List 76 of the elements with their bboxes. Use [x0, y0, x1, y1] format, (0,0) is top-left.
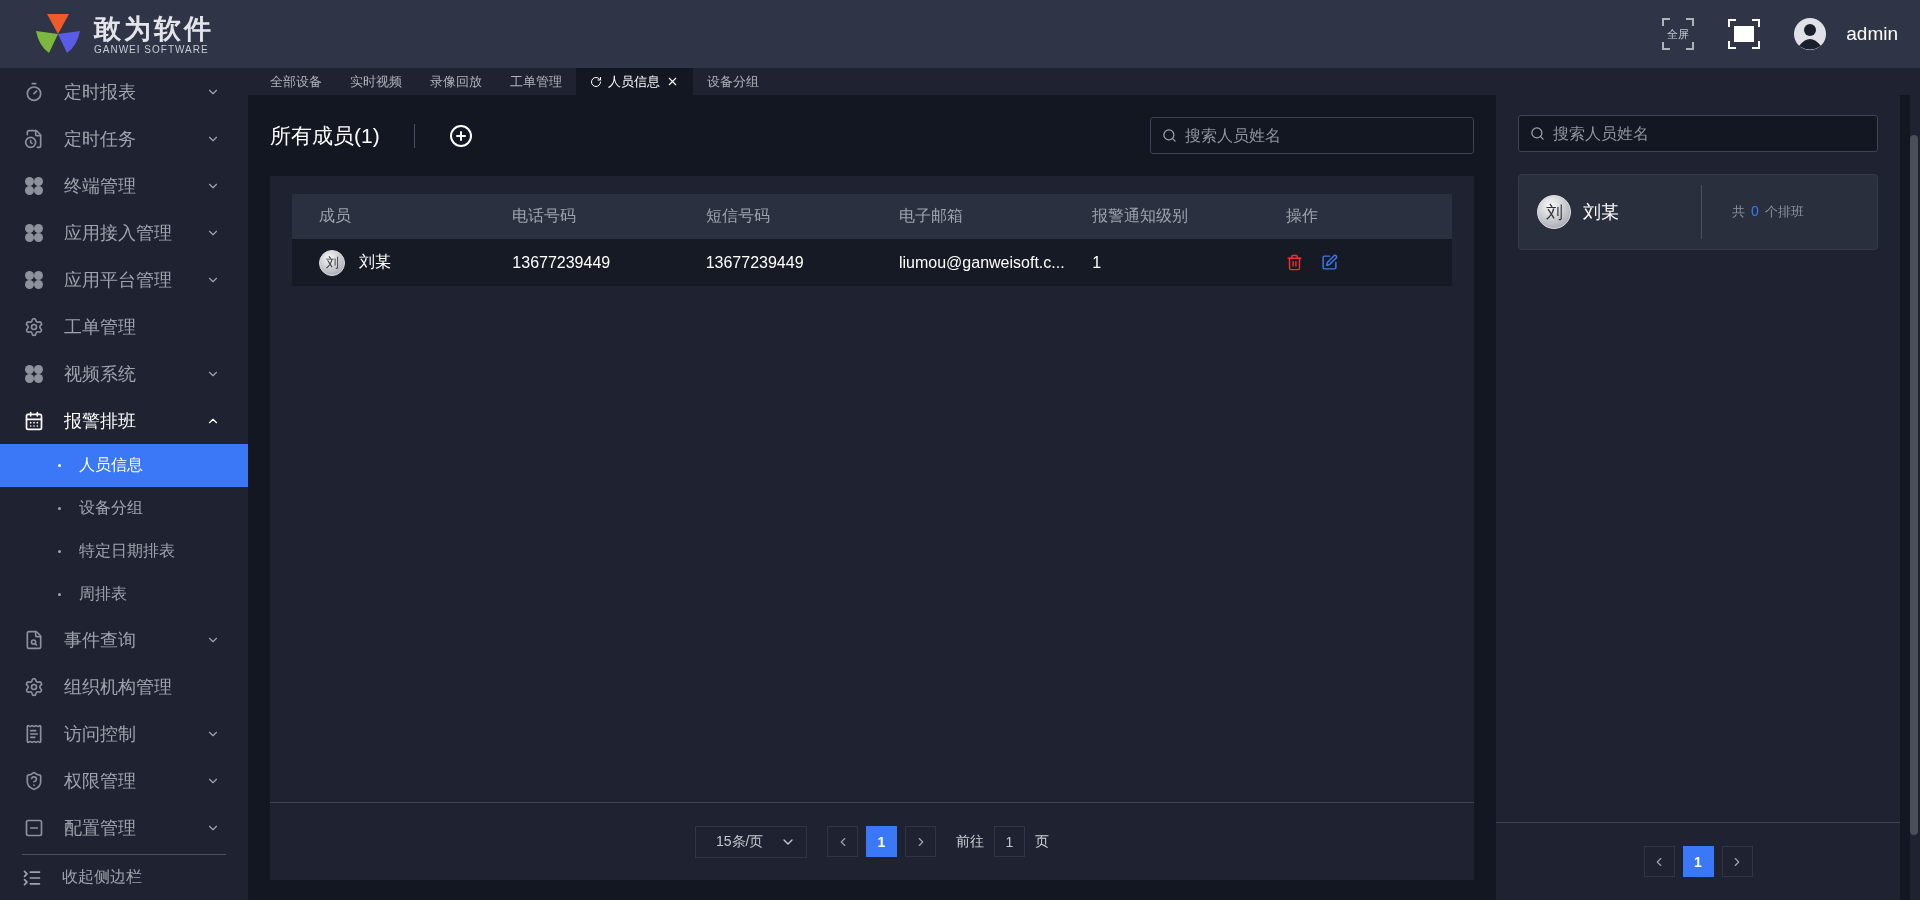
table-cell: 13677239449	[678, 239, 872, 286]
close-icon[interactable]	[666, 75, 679, 88]
page-size-select[interactable]: 15条/页	[695, 825, 807, 858]
calendar-icon	[24, 410, 44, 431]
document-search-icon	[24, 629, 44, 650]
column-header: 电子邮箱	[872, 194, 1066, 239]
logo-subtitle: GANWEI SOFTWARE	[94, 43, 210, 55]
search-field[interactable]: 搜索人员姓名	[1518, 115, 1878, 152]
page-input[interactable]: 1	[994, 826, 1025, 857]
column-header: 成员	[292, 194, 486, 239]
delete-icon[interactable]	[1285, 254, 1303, 271]
sidebar-subitem[interactable]: 人员信息	[0, 444, 248, 487]
sidebar-item[interactable]: 组织机构管理	[0, 663, 248, 710]
collapse-icon	[22, 867, 42, 888]
sidebar-item[interactable]: 权限管理	[0, 757, 248, 804]
member-name: 刘某	[359, 252, 391, 272]
goto-label: 前往	[956, 832, 984, 851]
logo-icon	[36, 13, 80, 55]
sidebar-item[interactable]: 定时报表	[0, 68, 248, 115]
tab[interactable]: 实时视频	[336, 68, 416, 95]
page-button[interactable]: 1	[1682, 846, 1714, 877]
screen-icon[interactable]	[1728, 19, 1761, 49]
page-button[interactable]: 1	[866, 826, 897, 857]
sidebar-item[interactable]: 配置管理	[0, 804, 248, 851]
user-avatar[interactable]	[1794, 18, 1827, 50]
column-header: 操作	[1258, 194, 1452, 239]
gear-icon	[24, 676, 44, 697]
receipt-icon	[24, 723, 44, 744]
four-petal-icon	[24, 175, 44, 196]
tab[interactable]: 设备分组	[693, 68, 773, 95]
table-cell: liumou@ganweisoft.c...	[872, 239, 1066, 286]
sidebar-subitem[interactable]: 特定日期排表	[0, 530, 248, 573]
panel-icon	[24, 817, 44, 838]
four-petal-icon	[24, 222, 44, 243]
document-clock-icon	[24, 128, 44, 149]
add-button[interactable]	[448, 123, 473, 148]
schedule-count: 共 0 个排班	[1731, 203, 1804, 221]
member-avatar: 刘	[319, 249, 345, 276]
four-petal-icon	[24, 363, 44, 384]
gear-icon	[24, 316, 44, 337]
sidebar-item[interactable]: 访问控制	[0, 710, 248, 757]
fullscreen-button[interactable]: 全屏	[1662, 18, 1695, 50]
search-field[interactable]: 搜索人员姓名	[1150, 117, 1474, 154]
tab[interactable]: 全部设备	[256, 68, 336, 95]
sidebar-item[interactable]: 定时任务	[0, 115, 248, 162]
panel-title: 所有成员(1)	[270, 123, 415, 148]
shield-icon	[24, 770, 44, 791]
tab[interactable]: 工单管理	[496, 68, 576, 95]
sidebar-item[interactable]: 报警排班	[0, 397, 248, 444]
sidebar-subitem[interactable]: 周排表	[0, 573, 248, 616]
timer-icon	[24, 81, 44, 102]
member-card[interactable]: 刘 刘某 共 0 个排班	[1518, 174, 1878, 250]
table-cell: 13677239449	[485, 239, 679, 286]
member-avatar: 刘	[1537, 195, 1571, 229]
tab[interactable]: 人员信息	[576, 68, 693, 95]
column-header: 短信号码	[678, 194, 872, 239]
sidebar-item[interactable]: 应用平台管理	[0, 256, 248, 303]
sidebar-item[interactable]: 应用接入管理	[0, 209, 248, 256]
tab[interactable]: 录像回放	[416, 68, 496, 95]
refresh-icon[interactable]	[590, 75, 602, 88]
collapse-sidebar-link[interactable]: 收起侧边栏	[22, 854, 226, 900]
sidebar-item[interactable]: 工单管理	[0, 303, 248, 350]
column-header: 报警通知级别	[1065, 194, 1259, 239]
scrollbar[interactable]	[1910, 135, 1918, 835]
sidebar-item[interactable]: 视频系统	[0, 350, 248, 397]
edit-icon[interactable]	[1320, 254, 1338, 271]
four-petal-icon	[24, 269, 44, 290]
sidebar-item[interactable]: 事件查询	[0, 616, 248, 663]
user-name[interactable]: admin	[1846, 23, 1898, 45]
logo-title: 敢为软件	[94, 13, 214, 44]
table-cell: 1	[1065, 239, 1259, 286]
sidebar-subitem[interactable]: 设备分组	[0, 487, 248, 530]
column-header: 电话号码	[485, 194, 679, 239]
page-unit-label: 页	[1035, 832, 1049, 851]
member-name: 刘某	[1583, 201, 1619, 224]
sidebar-item[interactable]: 终端管理	[0, 162, 248, 209]
